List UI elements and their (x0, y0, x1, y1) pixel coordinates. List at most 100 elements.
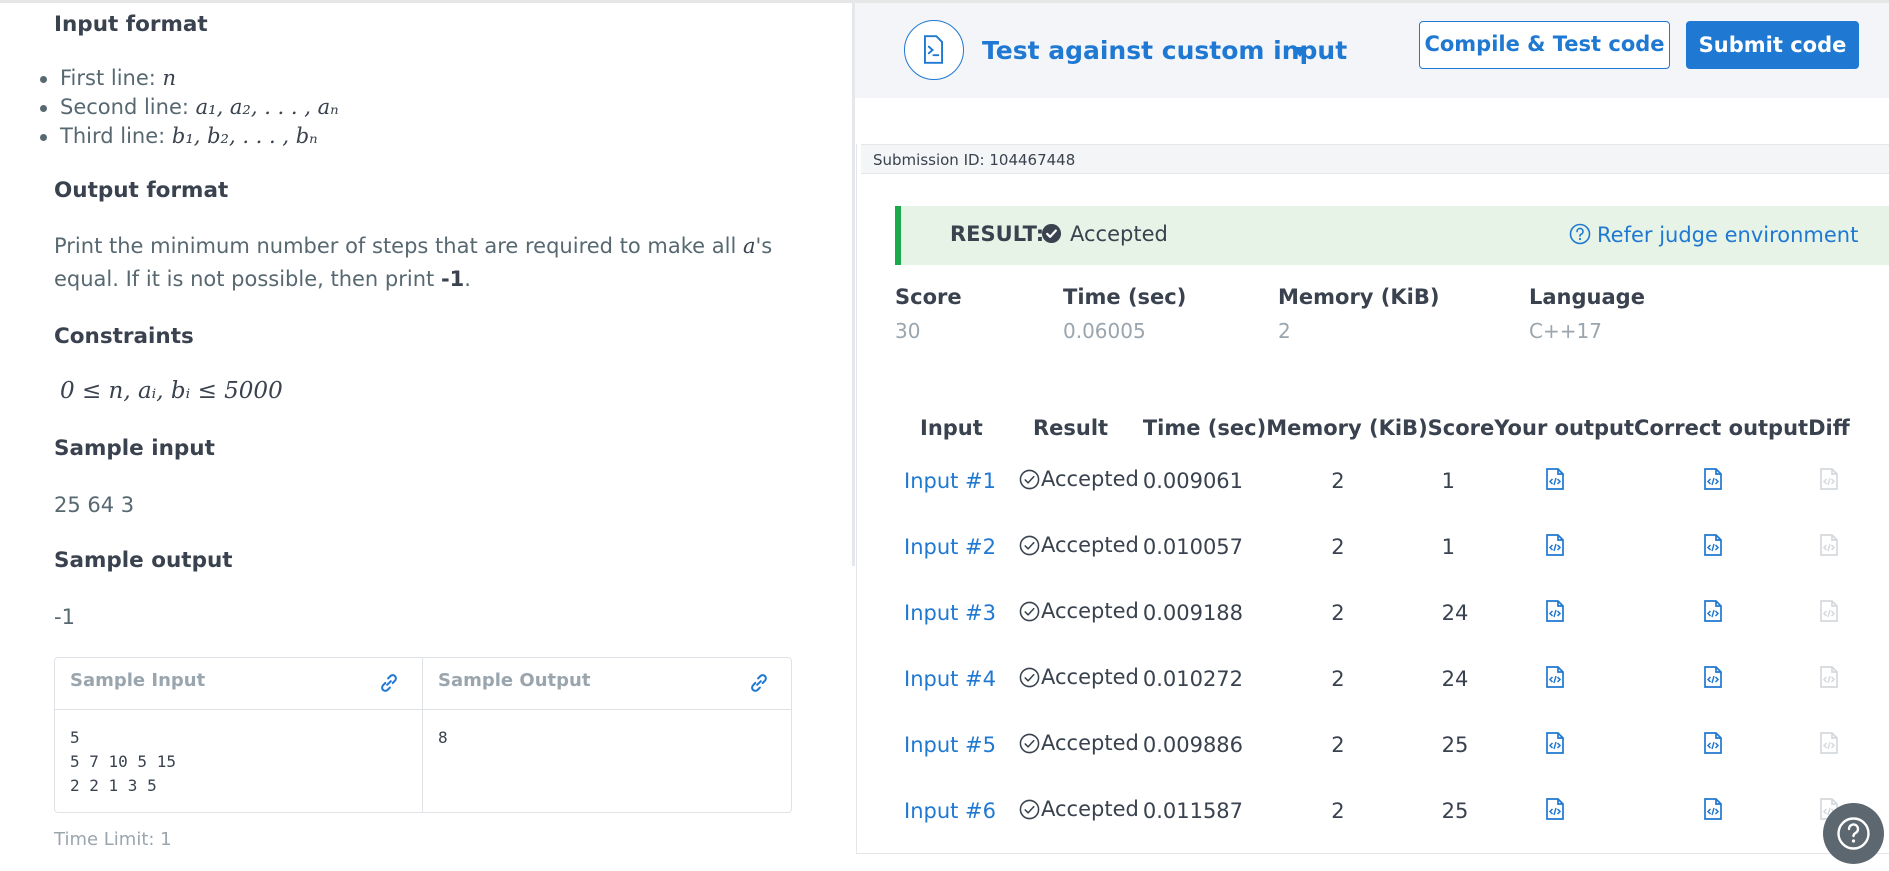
sample-input-value: 25 64 3 (54, 493, 135, 517)
col-header-diff: Diff (1808, 416, 1850, 440)
row-time: 0.009061 (1142, 469, 1244, 493)
check-circle-outline-icon (1019, 667, 1040, 688)
sample-io-table: Sample Input 5 5 7 10 5 15 2 2 1 3 5 Sam… (54, 657, 792, 813)
file-diff-icon (1820, 533, 1838, 556)
table-row: Input #3 Accepted 0.009188 2 24 (904, 580, 1858, 646)
row-result: Accepted (1019, 731, 1139, 755)
help-button[interactable] (1823, 803, 1884, 864)
results-table: Input Result Time (sec) Memory (KiB) Sco… (904, 408, 1858, 844)
correct-output-cell (1634, 514, 1808, 580)
result-status: Accepted (1070, 222, 1168, 246)
input-link[interactable]: Input #5 (904, 733, 996, 757)
table-row: Input #6 Accepted 0.011587 2 25 (904, 778, 1858, 844)
terminal-icon[interactable] (904, 20, 964, 80)
constraints-heading: Constraints (54, 324, 194, 349)
your-output-cell (1494, 514, 1634, 580)
input-format-heading: Input format (54, 12, 208, 37)
chevron-down-icon[interactable] (1292, 47, 1308, 57)
correct-output-cell (1634, 778, 1808, 844)
table-row: Input #5 Accepted 0.009886 2 25 (904, 712, 1858, 778)
stat-time: Time (sec) 0.06005 (1063, 285, 1187, 343)
col-header-result: Result (1033, 416, 1109, 440)
constraints-math: 0 ≤ n, aᵢ, bᵢ ≤ 5000 (60, 378, 283, 404)
row-time: 0.009188 (1142, 601, 1244, 625)
table-header-row: Input Result Time (sec) Memory (KiB) Sco… (904, 408, 1858, 448)
table-row: Input #1 Accepted 0.009061 2 1 (904, 448, 1858, 514)
row-memory: 2 (1331, 469, 1345, 493)
row-score: 25 (1441, 799, 1469, 823)
time-limit: Time Limit: 1 (54, 829, 172, 850)
check-circle-outline-icon (1019, 799, 1040, 820)
link-icon[interactable] (748, 672, 770, 694)
row-memory: 2 (1331, 799, 1345, 823)
link-icon[interactable] (378, 672, 400, 694)
input-link[interactable]: Input #3 (904, 601, 996, 625)
check-circle-outline-icon (1019, 601, 1040, 622)
file-code-icon[interactable] (1702, 599, 1724, 623)
your-output-cell (1494, 580, 1634, 646)
file-code-icon[interactable] (1702, 665, 1724, 689)
diff-cell (1808, 448, 1858, 514)
compile-test-button[interactable]: Compile & Test code (1419, 21, 1670, 69)
row-score: 1 (1441, 535, 1456, 559)
file-diff-icon (1820, 599, 1838, 622)
your-output-cell (1494, 646, 1634, 712)
col-header-time: Time (sec) (1142, 416, 1267, 440)
output-format-text: Print the minimum number of steps that a… (54, 234, 773, 291)
col-header-your-output: Your output (1494, 416, 1635, 440)
input-format-list: First line: n Second line: a₁, a₂, . . .… (40, 64, 339, 151)
stat-memory: Memory (KiB) 2 (1278, 285, 1440, 343)
output-format-heading: Output format (54, 178, 229, 203)
input-link[interactable]: Input #2 (904, 535, 996, 559)
row-time: 0.010272 (1142, 667, 1244, 691)
file-code-icon[interactable] (1702, 797, 1724, 821)
col-header-correct-output: Correct output (1634, 416, 1809, 440)
result-banner: RESULT: Accepted Refer judge environment (895, 206, 1889, 265)
col-header-memory: Memory (KiB) (1266, 416, 1428, 440)
input-link[interactable]: Input #4 (904, 667, 996, 691)
help-circle-icon[interactable] (1569, 223, 1591, 245)
row-result: Accepted (1019, 533, 1139, 557)
problem-statement-panel: Input format First line: n Second line: … (0, 0, 852, 871)
file-code-icon[interactable] (1544, 467, 1566, 491)
diff-cell (1808, 646, 1858, 712)
sample-output-column: Sample Output 8 (423, 658, 791, 812)
refer-judge-environment-link[interactable]: Refer judge environment (1597, 223, 1858, 247)
sample-output-body: 8 (438, 728, 448, 747)
check-circle-icon (1041, 223, 1062, 244)
correct-output-cell (1634, 712, 1808, 778)
diff-cell (1808, 580, 1858, 646)
file-code-icon[interactable] (1544, 797, 1566, 821)
row-time: 0.011587 (1142, 799, 1244, 823)
row-time: 0.010057 (1142, 535, 1244, 559)
sample-output-value: -1 (54, 605, 75, 629)
file-code-icon[interactable] (1702, 467, 1724, 491)
check-circle-outline-icon (1019, 733, 1040, 754)
input-link[interactable]: Input #1 (904, 469, 996, 493)
file-code-icon[interactable] (1544, 731, 1566, 755)
submit-code-button[interactable]: Submit code (1686, 21, 1859, 69)
file-diff-icon (1820, 731, 1838, 754)
list-item: Third line: b₁, b₂, . . . , bₙ (40, 122, 339, 151)
sample-output-heading: Sample output (54, 548, 233, 573)
row-result: Accepted (1019, 467, 1139, 491)
row-score: 1 (1441, 469, 1456, 493)
row-result: Accepted (1019, 599, 1139, 623)
file-code-icon[interactable] (1544, 665, 1566, 689)
sample-input-header: Sample Input (55, 658, 422, 710)
correct-output-cell (1634, 448, 1808, 514)
file-code-icon[interactable] (1702, 731, 1724, 755)
file-code-icon[interactable] (1702, 533, 1724, 557)
your-output-cell (1494, 778, 1634, 844)
row-result: Accepted (1019, 665, 1139, 689)
file-code-icon[interactable] (1544, 599, 1566, 623)
sample-input-column: Sample Input 5 5 7 10 5 15 2 2 1 3 5 (55, 658, 423, 812)
input-link[interactable]: Input #6 (904, 799, 996, 823)
check-circle-outline-icon (1019, 469, 1040, 490)
submission-id-bar: Submission ID: 104467448 (861, 144, 1889, 174)
row-memory: 2 (1331, 601, 1345, 625)
table-row: Input #2 Accepted 0.010057 2 1 (904, 514, 1858, 580)
correct-output-cell (1634, 580, 1808, 646)
file-code-icon[interactable] (1544, 533, 1566, 557)
your-output-cell (1494, 712, 1634, 778)
